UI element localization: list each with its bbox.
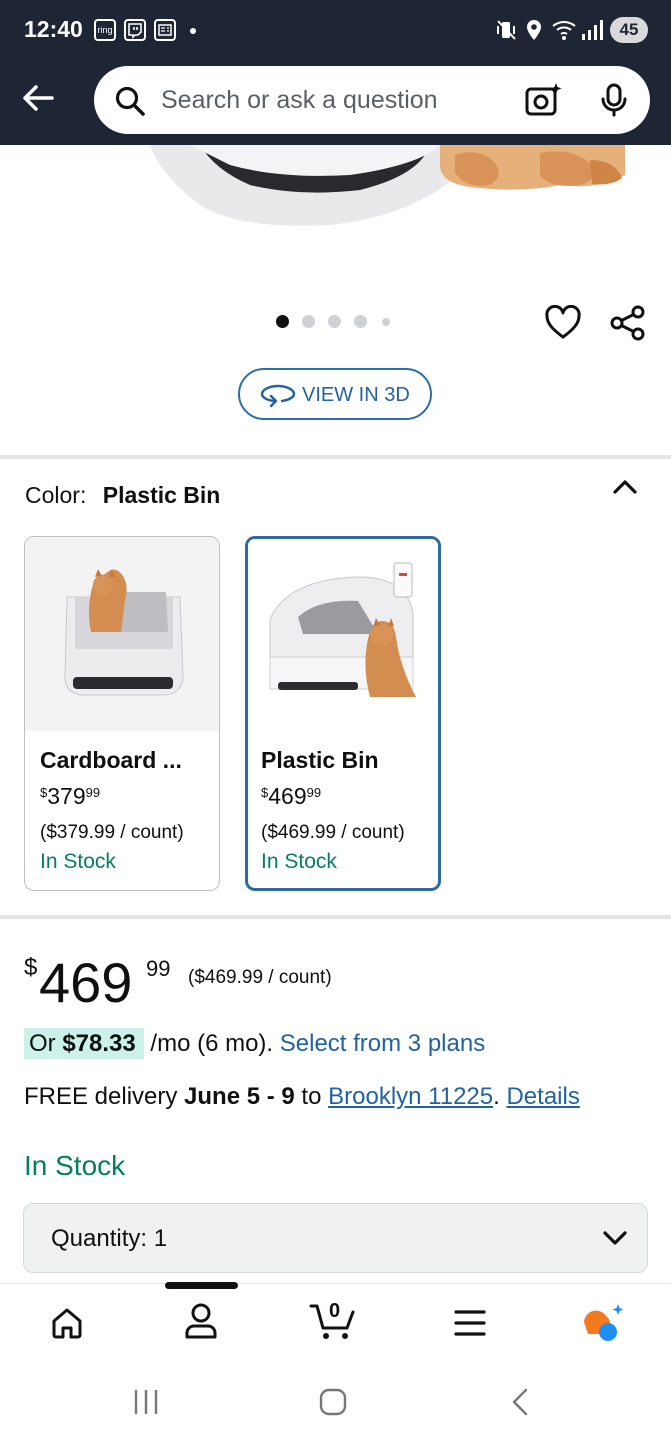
variant-card-cardboard[interactable]: Cardboard ... $37999 ($379.99 / count) I… xyxy=(24,536,220,891)
status-time: 12:40 xyxy=(24,16,83,42)
recent-apps-icon[interactable] xyxy=(132,1387,160,1417)
delivery-details-link[interactable]: Details xyxy=(506,1083,579,1110)
delivery-location-link[interactable]: Brooklyn 11225 xyxy=(328,1083,493,1110)
variant-unit-price: ($379.99 / count) xyxy=(40,822,184,843)
account-icon[interactable] xyxy=(183,1302,219,1340)
monthly-amount-highlight: Or $78.33 xyxy=(24,1028,144,1059)
search-input[interactable]: Search or ask a question xyxy=(161,86,438,115)
more-notifications-dot xyxy=(190,28,196,34)
search-bar[interactable]: Search or ask a question xyxy=(94,66,650,134)
delivery-dates: June 5 - 9 xyxy=(184,1083,295,1110)
quantity-dropdown[interactable]: Quantity: 1 xyxy=(23,1203,648,1273)
home-button-icon[interactable] xyxy=(318,1387,348,1417)
menu-icon[interactable] xyxy=(453,1308,487,1338)
variant-image xyxy=(248,539,438,731)
search-icon xyxy=(115,86,145,116)
top-header: 12:40 ring 45 Search or ask a question xyxy=(0,0,671,145)
location-icon xyxy=(527,20,541,40)
variant-stock-status: In Stock xyxy=(40,850,116,873)
variant-price: $46999 xyxy=(261,783,322,809)
price-whole: 469 xyxy=(39,951,133,1014)
variant-name: Cardboard ... xyxy=(40,747,182,773)
carousel-dot[interactable] xyxy=(328,315,341,328)
microphone-icon[interactable] xyxy=(600,82,628,118)
price-per-count: ($469.99 / count) xyxy=(188,967,332,988)
signal-icon xyxy=(582,20,603,40)
view-in-3d-label: VIEW IN 3D xyxy=(302,384,410,406)
monthly-payment-offer: Or $78.33 /mo (6 mo). Select from 3 plan… xyxy=(24,1028,485,1059)
heart-icon[interactable] xyxy=(544,305,582,341)
quantity-label: Quantity: 1 xyxy=(51,1225,168,1252)
carousel-dot[interactable] xyxy=(354,315,367,328)
system-back-icon[interactable] xyxy=(508,1387,534,1417)
view-in-3d-button[interactable]: VIEW IN 3D xyxy=(238,368,432,420)
ring-notification-icon: ring xyxy=(94,19,116,41)
camera-search-icon[interactable] xyxy=(524,82,562,118)
carousel-dot[interactable] xyxy=(302,315,315,328)
color-selector-header: Color: Plastic Bin xyxy=(25,482,220,509)
color-label: Color: xyxy=(25,482,87,508)
battery-indicator: 45 xyxy=(610,17,648,43)
variant-unit-price: ($469.99 / count) xyxy=(261,822,405,843)
carousel-dot-active[interactable] xyxy=(276,315,289,328)
wifi-icon xyxy=(552,21,576,40)
home-icon[interactable] xyxy=(50,1306,84,1340)
variant-card-plastic-bin[interactable]: Plastic Bin $46999 ($469.99 / count) In … xyxy=(245,536,441,891)
select-plans-link[interactable]: Select from 3 plans xyxy=(280,1030,485,1057)
system-navigation-bar xyxy=(0,1363,671,1440)
section-divider xyxy=(0,915,671,919)
active-tab-indicator xyxy=(165,1282,238,1289)
share-icon[interactable] xyxy=(609,304,647,342)
section-divider xyxy=(0,455,671,459)
product-image[interactable] xyxy=(0,145,671,240)
rufus-assistant-icon[interactable] xyxy=(578,1302,626,1344)
back-arrow-icon[interactable] xyxy=(20,80,56,116)
selected-color: Plastic Bin xyxy=(102,482,221,508)
carousel-dot[interactable] xyxy=(382,318,390,326)
twitch-notification-icon xyxy=(124,19,146,41)
variant-name: Plastic Bin xyxy=(261,747,379,773)
price-currency: $ xyxy=(24,954,38,981)
rotate-3d-icon xyxy=(260,384,296,408)
monthly-term: /mo (6 mo). xyxy=(143,1030,280,1057)
variant-price: $37999 xyxy=(40,783,101,809)
bottom-navigation-bar: 0 xyxy=(0,1283,671,1363)
vibrate-mute-icon xyxy=(497,20,516,40)
collapse-chevron-up-icon[interactable] xyxy=(612,477,638,497)
chevron-down-icon xyxy=(603,1231,627,1245)
availability-status: In Stock xyxy=(24,1150,126,1181)
price-fraction: 99 xyxy=(146,956,171,981)
variant-stock-status: In Stock xyxy=(261,850,337,873)
delivery-info: FREE delivery June 5 - 9 to Brooklyn 112… xyxy=(24,1083,580,1110)
variant-image xyxy=(25,537,219,731)
news-notification-icon xyxy=(154,19,176,41)
cart-count: 0 xyxy=(329,1300,341,1322)
